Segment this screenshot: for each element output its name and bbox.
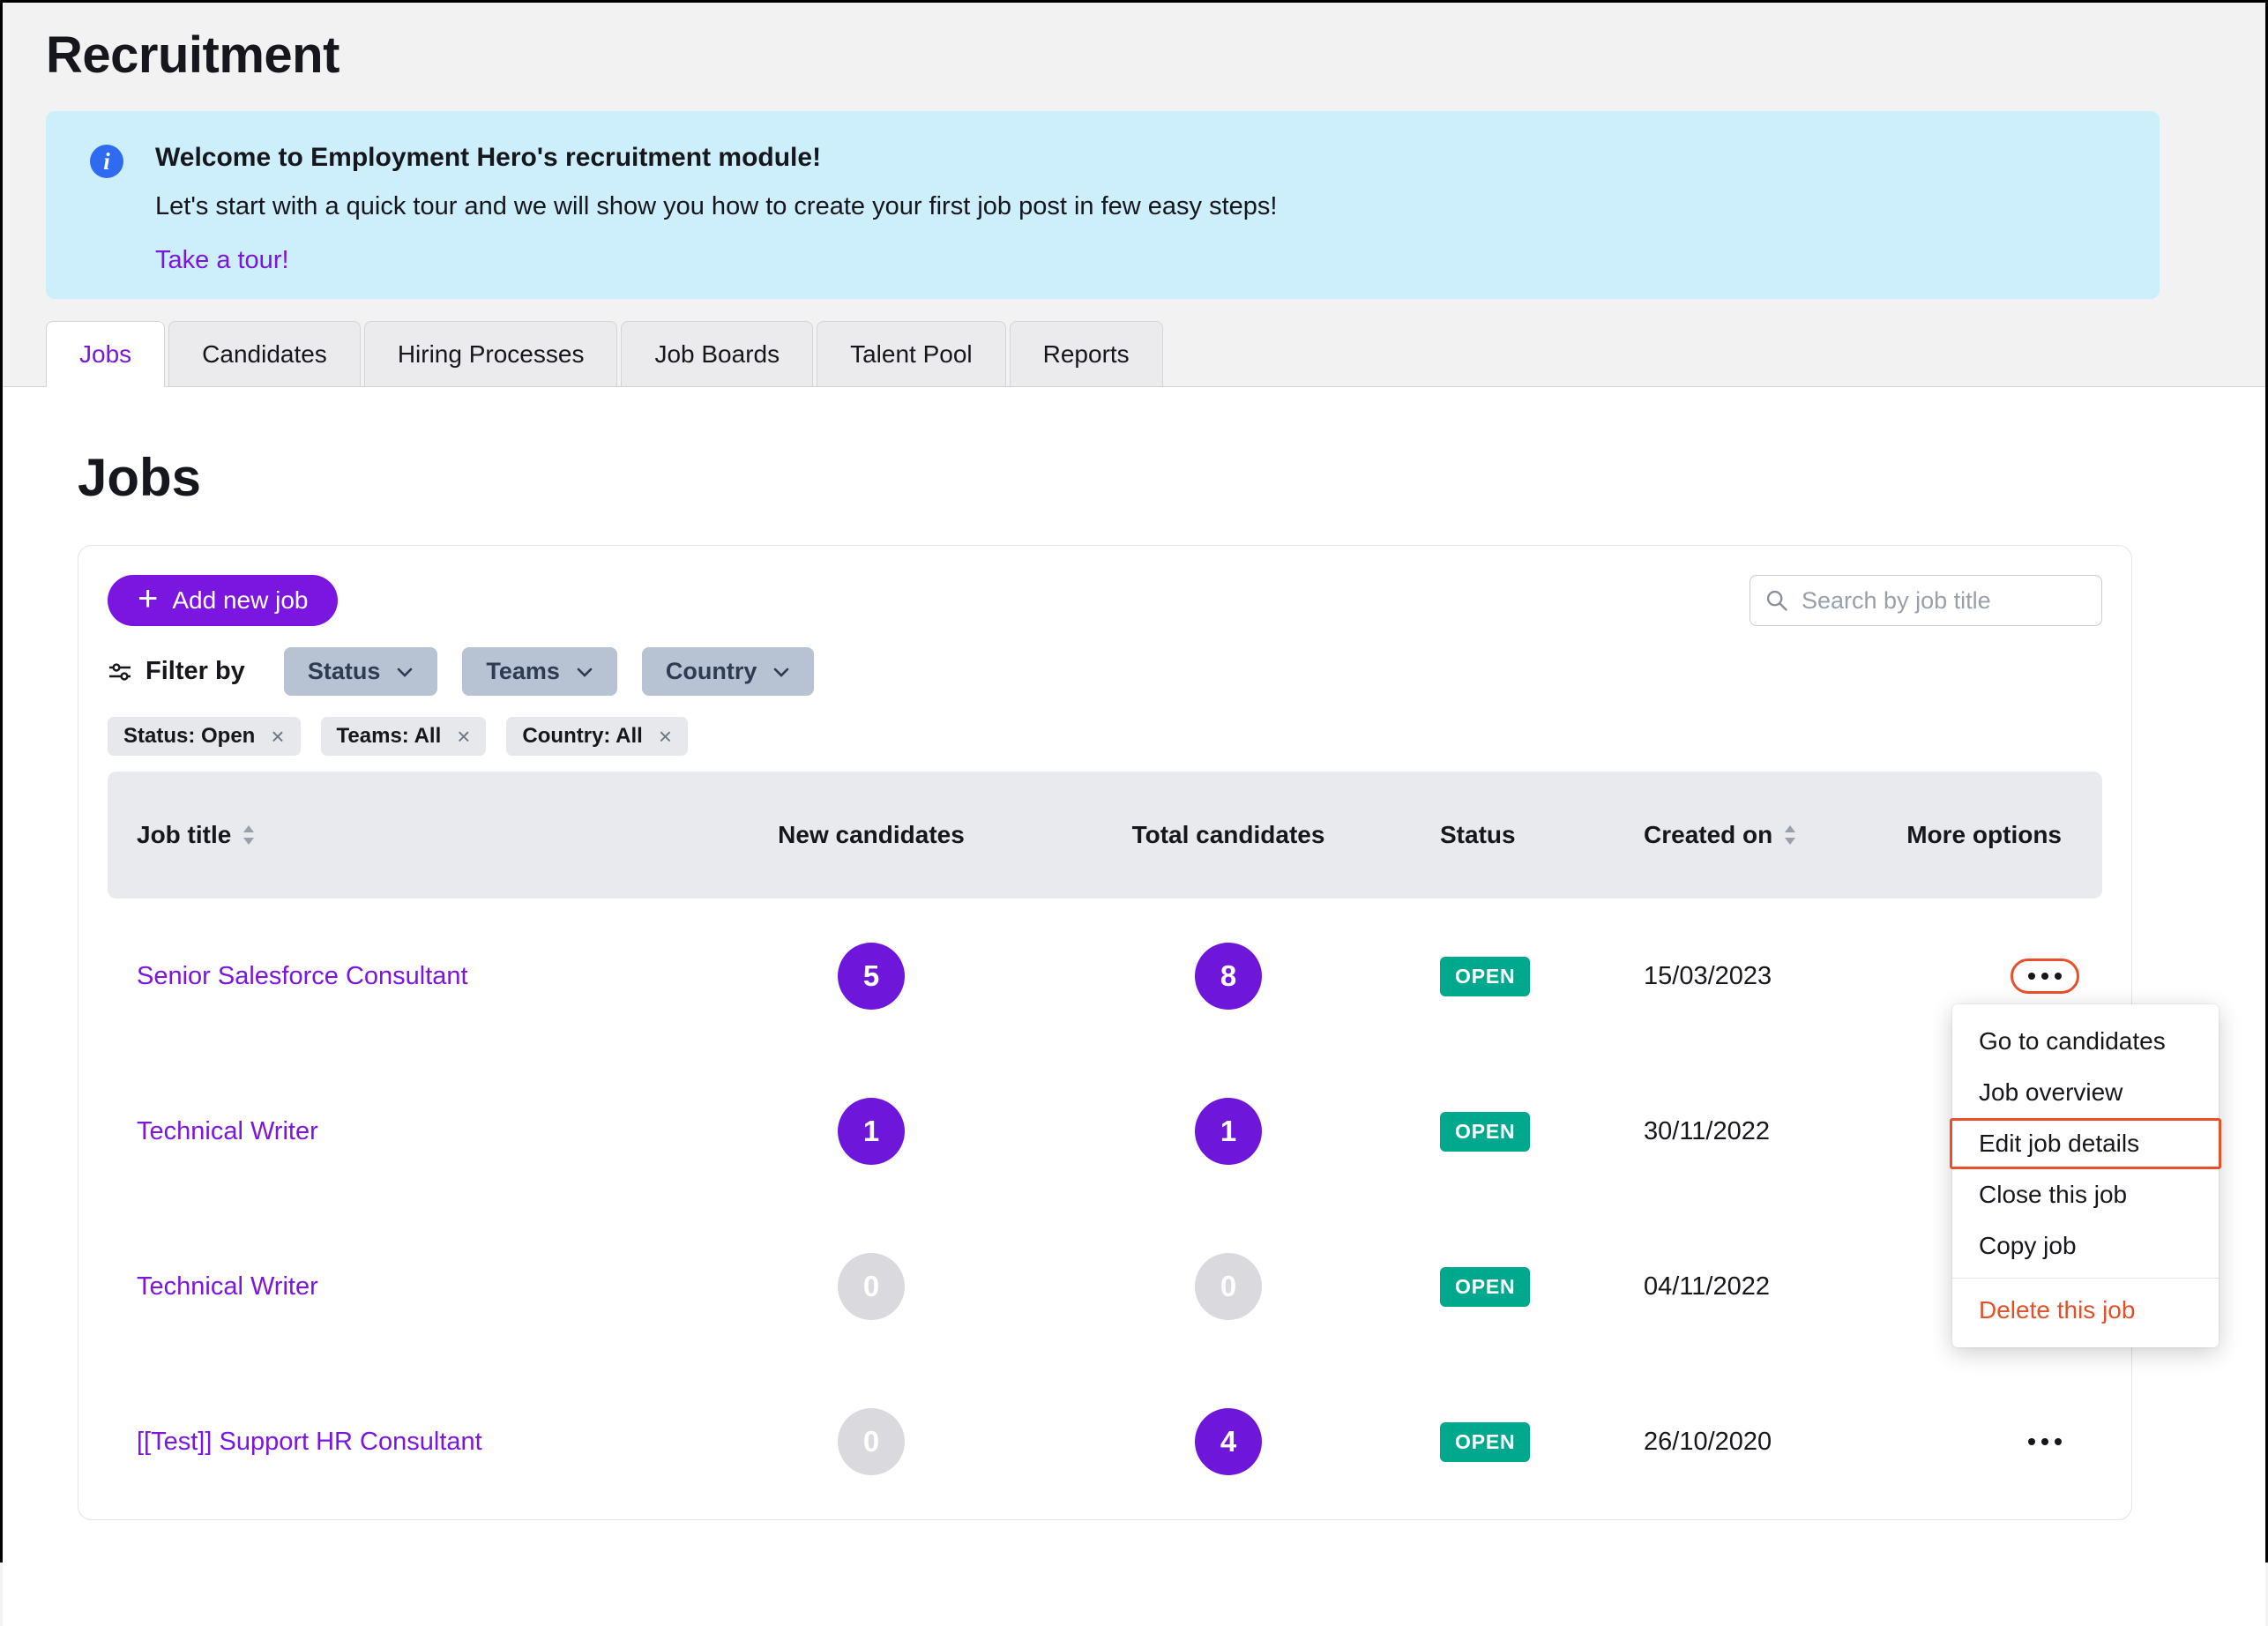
created-on-date: 04/11/2022 xyxy=(1630,1272,1905,1302)
table-row: Senior Salesforce Consultant 5 8 OPEN 15… xyxy=(108,899,2102,1054)
status-badge: OPEN xyxy=(1440,1112,1530,1152)
country-filter-dropdown[interactable]: Country xyxy=(642,647,815,696)
welcome-banner: i Welcome to Employment Hero's recruitme… xyxy=(46,111,2160,299)
new-candidates-count: 5 xyxy=(838,943,905,1010)
menu-item-close-this-job[interactable]: Close this job xyxy=(1952,1169,2219,1220)
total-candidates-count: 8 xyxy=(1195,943,1262,1010)
teams-filter-dropdown[interactable]: Teams xyxy=(462,647,617,696)
remove-filter-icon[interactable]: × xyxy=(271,725,284,748)
menu-item-edit-job-details[interactable]: Edit job details xyxy=(1950,1118,2221,1169)
created-on-date: 30/11/2022 xyxy=(1630,1117,1905,1146)
filter-sliders-icon xyxy=(108,660,132,684)
more-options-icon[interactable] xyxy=(2028,1438,2062,1445)
search-icon xyxy=(1764,588,1789,613)
new-candidates-count: 1 xyxy=(838,1098,905,1165)
col-job-title: Job title xyxy=(137,821,231,849)
table-row: [[Test]] Support HR Consultant 0 4 OPEN … xyxy=(108,1364,2102,1519)
tab-hiring-processes[interactable]: Hiring Processes xyxy=(364,321,618,387)
jobs-page-content: Jobs + Add new job xyxy=(3,387,2265,1626)
jobs-heading: Jobs xyxy=(78,387,2265,507)
menu-item-job-overview[interactable]: Job overview xyxy=(1952,1067,2219,1118)
tab-job-boards[interactable]: Job Boards xyxy=(621,321,813,387)
status-badge: OPEN xyxy=(1440,1422,1530,1462)
take-tour-link[interactable]: Take a tour! xyxy=(155,246,289,275)
page-title: Recruitment xyxy=(46,26,2265,85)
new-candidates-count: 0 xyxy=(838,1408,905,1475)
menu-item-copy-job[interactable]: Copy job xyxy=(1952,1220,2219,1272)
status-badge: OPEN xyxy=(1440,1267,1530,1307)
status-filter-dropdown[interactable]: Status xyxy=(284,647,438,696)
banner-title: Welcome to Employment Hero's recruitment… xyxy=(155,143,1277,173)
search-input[interactable] xyxy=(1802,587,2087,615)
chevron-down-icon xyxy=(396,666,414,678)
tab-bar: Jobs Candidates Hiring Processes Job Boa… xyxy=(3,321,2265,387)
more-options-icon[interactable] xyxy=(2028,973,2062,980)
add-new-job-button[interactable]: + Add new job xyxy=(108,575,338,626)
col-more-options: More options xyxy=(1905,820,2102,850)
table-row: Technical Writer 0 0 OPEN 04/11/2022 xyxy=(108,1209,2102,1364)
job-search[interactable] xyxy=(1749,575,2102,626)
total-candidates-count: 0 xyxy=(1195,1253,1262,1320)
status-badge: OPEN xyxy=(1440,957,1530,996)
remove-filter-icon[interactable]: × xyxy=(659,725,672,748)
created-on-date: 15/03/2023 xyxy=(1630,962,1905,991)
job-title-link[interactable]: [[Test]] Support HR Consultant xyxy=(108,1428,712,1457)
more-options-menu: Go to candidates Job overview Edit job d… xyxy=(1952,1004,2219,1347)
total-candidates-count: 1 xyxy=(1195,1098,1262,1165)
remove-filter-icon[interactable]: × xyxy=(457,725,470,748)
filter-by-label: Filter by xyxy=(108,657,245,686)
jobs-card: + Add new job Filter by xyxy=(78,545,2132,1520)
info-icon: i xyxy=(90,145,123,178)
total-candidates-count: 4 xyxy=(1195,1408,1262,1475)
sort-icon[interactable] xyxy=(1783,824,1797,847)
menu-item-go-to-candidates[interactable]: Go to candidates xyxy=(1952,1016,2219,1067)
col-created-on: Created on xyxy=(1644,821,1772,849)
col-total-candidates: Total candidates xyxy=(1030,821,1427,849)
table-row: Technical Writer 1 1 OPEN 30/11/2022 xyxy=(108,1054,2102,1209)
tab-candidates[interactable]: Candidates xyxy=(168,321,361,387)
menu-divider xyxy=(1952,1278,2219,1279)
more-options-highlight xyxy=(2011,958,2079,994)
jobs-table: Job title New candidates Total candidate… xyxy=(108,772,2102,1519)
active-filter-teams: Teams: All × xyxy=(321,717,487,756)
banner-body: Let's start with a quick tour and we wil… xyxy=(155,192,1277,221)
table-header: Job title New candidates Total candidate… xyxy=(108,772,2102,899)
new-candidates-count: 0 xyxy=(838,1253,905,1320)
menu-item-delete-this-job[interactable]: Delete this job xyxy=(1952,1285,2219,1336)
created-on-date: 26/10/2020 xyxy=(1630,1428,1905,1457)
col-status: Status xyxy=(1427,821,1630,849)
job-title-link[interactable]: Technical Writer xyxy=(108,1117,712,1146)
col-new-candidates: New candidates xyxy=(712,821,1030,849)
job-title-link[interactable]: Senior Salesforce Consultant xyxy=(108,962,712,991)
active-filter-status: Status: Open × xyxy=(108,717,301,756)
job-title-link[interactable]: Technical Writer xyxy=(108,1272,712,1302)
sort-icon[interactable] xyxy=(242,824,256,847)
tab-talent-pool[interactable]: Talent Pool xyxy=(817,321,1006,387)
chevron-down-icon xyxy=(772,666,790,678)
active-filter-country: Country: All × xyxy=(506,717,688,756)
tab-jobs[interactable]: Jobs xyxy=(46,321,165,387)
chevron-down-icon xyxy=(576,666,593,678)
tab-reports[interactable]: Reports xyxy=(1010,321,1163,387)
